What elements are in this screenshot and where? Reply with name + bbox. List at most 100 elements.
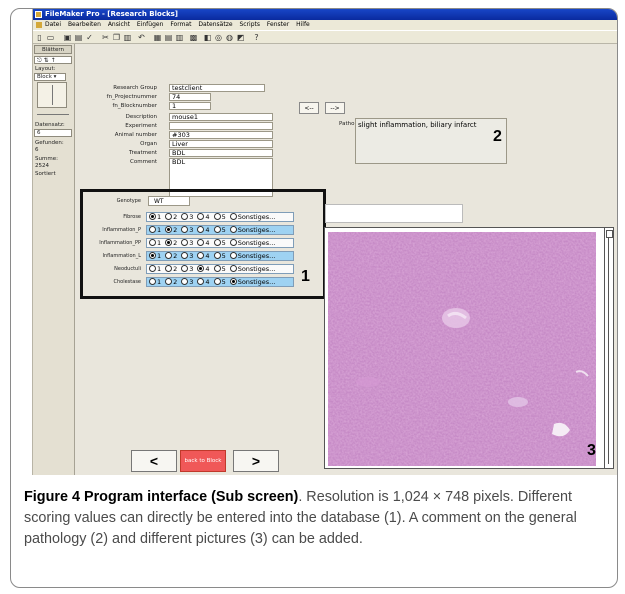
score-option[interactable]: 3 — [181, 278, 193, 286]
score-option[interactable]: 3 — [181, 213, 193, 221]
radio-icon[interactable] — [181, 252, 189, 259]
radio-icon[interactable] — [149, 213, 156, 220]
treatment-field[interactable]: BDL — [169, 149, 273, 157]
score-option[interactable]: 4 — [197, 213, 210, 221]
radio-icon[interactable] — [213, 213, 221, 220]
radio-icon[interactable] — [197, 265, 205, 272]
menu-datei[interactable]: Datei — [45, 21, 61, 28]
score-option[interactable]: 5 — [213, 239, 226, 247]
radio-icon[interactable] — [165, 213, 173, 220]
pathology-field[interactable]: slight inflammation, biliary infarct — [355, 118, 507, 164]
layout-select[interactable]: Block ▾ — [34, 73, 66, 81]
score-option[interactable]: 2 — [165, 226, 177, 234]
score-option[interactable]: 4 — [197, 278, 210, 286]
histology-image-panel[interactable]: 3 — [324, 227, 614, 469]
copy-icon[interactable]: ❐ — [112, 33, 121, 42]
radio-icon[interactable] — [197, 213, 205, 220]
score-option[interactable]: 1 — [149, 278, 161, 286]
project-number-field[interactable]: 74 — [169, 93, 211, 101]
radio-icon[interactable] — [213, 252, 221, 259]
score-option[interactable]: 5 — [213, 265, 226, 273]
score-option[interactable]: 5 — [213, 252, 226, 260]
radio-icon[interactable] — [149, 239, 156, 246]
radio-icon[interactable] — [181, 278, 189, 285]
score-option[interactable]: 4 — [197, 239, 210, 247]
form-icon[interactable]: ▥ — [175, 33, 184, 42]
new-icon[interactable]: ▯ — [35, 33, 44, 42]
block-number-field[interactable]: 1 — [169, 102, 211, 110]
menu-hilfe[interactable]: Hilfe — [296, 21, 310, 28]
prev-button[interactable]: < — [131, 450, 177, 472]
prev-record-button[interactable]: <-- — [299, 102, 319, 114]
radio-icon[interactable] — [229, 213, 237, 220]
score-option[interactable]: 1 — [149, 252, 161, 260]
menu-scripts[interactable]: Scripts — [239, 21, 260, 28]
score-option[interactable]: 1 — [149, 213, 161, 221]
score-option[interactable]: 3 — [181, 265, 193, 273]
research-group-field[interactable]: testclient — [169, 84, 265, 92]
radio-icon[interactable] — [181, 213, 189, 220]
menu-datensaetze[interactable]: Datensätze — [198, 21, 232, 28]
radio-icon[interactable] — [229, 226, 237, 233]
radio-icon[interactable] — [229, 265, 237, 272]
layout-mode-icons[interactable]: ⎋ ⇅ ↑ — [34, 56, 72, 64]
radio-icon[interactable] — [149, 252, 156, 259]
score-option[interactable]: 3 — [181, 226, 193, 234]
menu-fenster[interactable]: Fenster — [267, 21, 289, 28]
description-field[interactable]: mouse1 — [169, 113, 273, 121]
next-record-button[interactable]: --> — [325, 102, 345, 114]
next-button[interactable]: > — [233, 450, 279, 472]
record-slider[interactable] — [37, 114, 69, 115]
score-option[interactable]: 5 — [213, 213, 226, 221]
score-option[interactable]: Sonstiges... — [229, 213, 275, 221]
score-option[interactable]: 3 — [181, 239, 193, 247]
score-option[interactable]: 1 — [149, 226, 161, 234]
score-option[interactable]: 5 — [213, 278, 226, 286]
paste-icon[interactable]: ▥ — [123, 33, 132, 42]
score-option[interactable]: 5 — [213, 226, 226, 234]
book-icon[interactable] — [37, 82, 67, 108]
score-option[interactable]: 2 — [165, 265, 177, 273]
radio-icon[interactable] — [149, 265, 156, 272]
image-scrollbar[interactable] — [604, 228, 613, 468]
radio-icon[interactable] — [181, 239, 189, 246]
score-option[interactable]: 1 — [149, 265, 161, 273]
image-title-field[interactable] — [325, 204, 463, 223]
score-option[interactable]: 4 — [197, 252, 210, 260]
radio-icon[interactable] — [149, 226, 156, 233]
radio-icon[interactable] — [229, 239, 237, 246]
score-option[interactable]: 2 — [165, 252, 177, 260]
score-option[interactable]: 4 — [197, 226, 210, 234]
score-option[interactable]: Sonstiges... — [229, 239, 275, 247]
menu-format[interactable]: Format — [170, 21, 191, 28]
menu-bearbeiten[interactable]: Bearbeiten — [68, 21, 101, 28]
score-option[interactable]: 1 — [149, 239, 161, 247]
record-number-field[interactable]: 6 — [34, 129, 72, 137]
open-icon[interactable]: ▭ — [46, 33, 55, 42]
radio-icon[interactable] — [149, 278, 156, 285]
undo-icon[interactable]: ↶ — [137, 33, 146, 42]
radio-icon[interactable] — [181, 226, 189, 233]
radio-icon[interactable] — [165, 252, 173, 259]
radio-icon[interactable] — [213, 265, 221, 272]
menu-ansicht[interactable]: Ansicht — [108, 21, 130, 28]
score-option[interactable]: Sonstiges... — [229, 226, 275, 234]
print-icon[interactable]: ▤ — [74, 33, 83, 42]
spellcheck-icon[interactable]: ✓ — [85, 33, 94, 42]
score-option[interactable]: 4 — [197, 265, 210, 273]
radio-icon[interactable] — [229, 252, 237, 259]
score-option[interactable]: 3 — [181, 252, 193, 260]
organ-field[interactable]: Liver — [169, 140, 273, 148]
radio-icon[interactable] — [165, 239, 173, 246]
cut-icon[interactable]: ✂ — [101, 33, 110, 42]
list-icon[interactable]: ▤ — [164, 33, 173, 42]
radio-icon[interactable] — [213, 239, 221, 246]
table-icon[interactable]: ▦ — [153, 33, 162, 42]
radio-icon[interactable] — [181, 265, 189, 272]
score-option[interactable]: 2 — [165, 239, 177, 247]
radio-icon[interactable] — [197, 278, 205, 285]
radio-icon[interactable] — [213, 226, 221, 233]
preview-icon[interactable]: ◩ — [236, 33, 245, 42]
score-option[interactable]: 2 — [165, 278, 177, 286]
radio-icon[interactable] — [197, 252, 205, 259]
